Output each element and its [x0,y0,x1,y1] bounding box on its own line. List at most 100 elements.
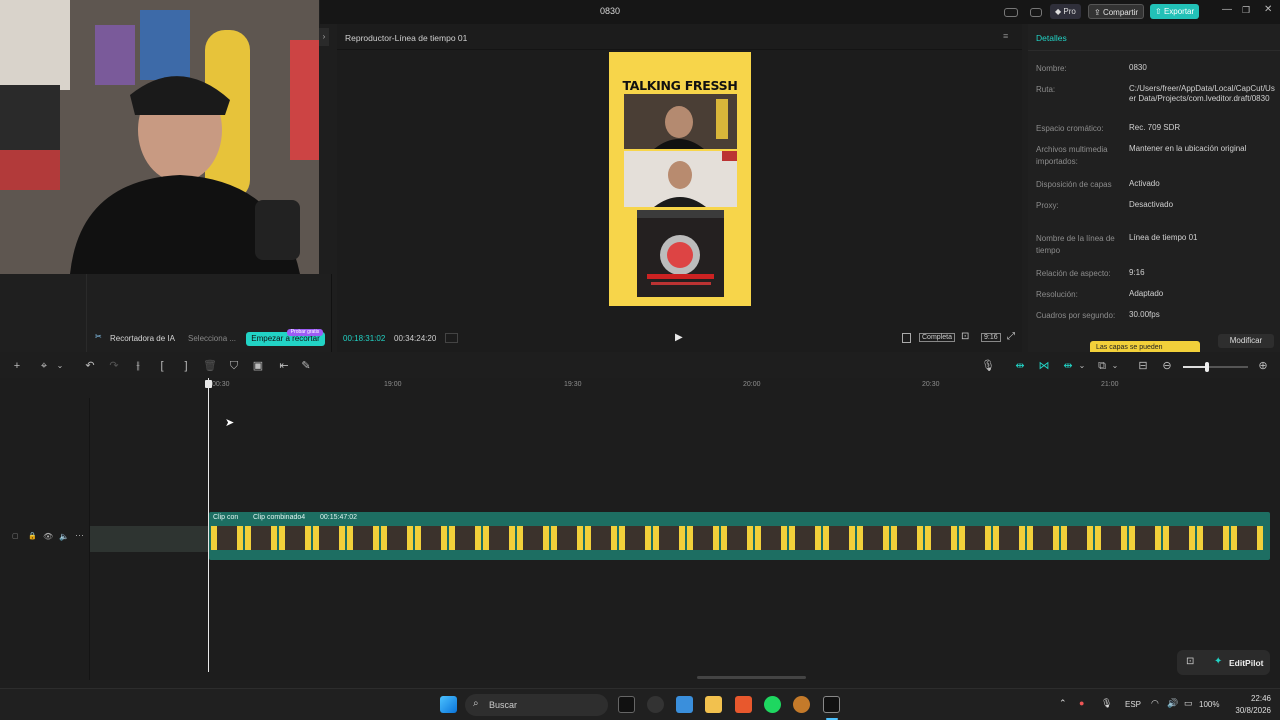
reverse-icon[interactable]: ⇤ [277,359,291,373]
detail-label: Nombre de la línea de tiempo [1036,234,1115,255]
ruler-tick: 20:30 [922,381,940,388]
pro-button[interactable]: ◆ Pro [1050,4,1081,19]
lock-icon[interactable]: 🔒 [28,532,37,540]
clip-thumbnail [1027,526,1059,550]
zoom-out-icon[interactable]: ⊖ [1160,359,1174,373]
fullscreen-icon[interactable]: ⤢ [1007,331,1015,342]
details-divider [1028,50,1280,51]
trim-left-icon[interactable]: [ [155,359,169,373]
zoom-slider[interactable] [1183,362,1248,372]
collapse-panel-button[interactable]: › [319,28,329,46]
magic-icon[interactable]: ✎ [299,359,313,373]
eye-icon[interactable]: 👁 [43,532,53,541]
clip-track[interactable]: Clip con Clip combinado4 00:15:47:02 [209,512,1270,560]
tray-app-icon[interactable]: ● [1079,698,1084,708]
detail-value: Desactivado [1129,200,1174,209]
snap-icon[interactable]: ⇹ [1061,359,1075,373]
export-button[interactable]: ⇧ Exportar [1150,4,1200,19]
windows-start-icon[interactable] [440,696,457,713]
clip-thumbnail [415,526,447,550]
zoom-slider-handle[interactable] [1205,362,1209,372]
close-icon[interactable]: ✕ [1264,4,1272,15]
free-trial-badge: Probar gratis [287,329,323,336]
clock-time[interactable]: 22:46 [1243,694,1271,703]
play-icon[interactable]: ▶ [675,332,683,343]
more-icon[interactable]: ⋯ [75,530,84,541]
chevron-down-icon[interactable]: ⌄ [1108,359,1122,373]
clip-thumbnail [347,526,379,550]
details-panel: Detalles Nombre: 0830 Ruta: C:/Users/fre… [1028,24,1280,352]
microphone-icon[interactable]: 🎙 [981,359,995,373]
brave-browser-icon[interactable] [735,696,752,713]
focus-icon[interactable]: ⊡ [961,331,969,342]
aspect-ratio-button[interactable]: 9:16 [981,333,1001,342]
playhead-handle[interactable] [205,380,212,388]
mic-tray-icon[interactable]: 🎙 [1101,698,1112,709]
link-icon[interactable]: ⇹ [1013,359,1027,373]
share-button[interactable]: ⇪ Compartir [1088,4,1145,19]
add-icon[interactable]: + [10,359,24,373]
detail-value: Activado [1129,179,1160,188]
delete-icon[interactable]: 🗑 [203,359,217,373]
playhead[interactable] [208,378,209,672]
clock-date[interactable]: 30/8/2026 [1226,706,1271,715]
chevron-down-icon[interactable]: ⌄ [53,359,67,373]
modify-button[interactable]: Modificar [1218,334,1274,348]
editpilot-button[interactable]: ⊡ ✦ EditPilot [1177,650,1270,675]
clip-thumbnail [1197,526,1229,550]
clip-thumbnail [211,526,243,550]
subtitle-icon[interactable]: ⊟ [1136,359,1150,373]
freeze-icon[interactable]: ▣ [251,359,265,373]
minimize-icon[interactable]: — [1222,4,1232,15]
clip-thumbnail [279,526,311,550]
timecode-icon[interactable] [445,333,458,343]
trim-right-icon[interactable]: ] [179,359,193,373]
track-cover-icon[interactable]: ▢ [12,532,19,540]
detail-value: Mantener en la ubicación original [1129,144,1247,153]
clip-thumbnail [245,526,277,550]
language-indicator[interactable]: ESP [1125,700,1141,709]
chevron-up-icon[interactable]: ⌃ [1059,698,1067,709]
battery-icon[interactable]: ▭ [1184,698,1193,709]
clip-thumbnail [653,526,685,550]
select-tool-icon[interactable]: ⌖ [37,359,51,373]
preview-axis-icon[interactable]: ⧉ [1095,359,1109,373]
store-icon[interactable] [676,696,693,713]
player-menu-icon[interactable]: ≡ [1003,31,1008,41]
ruler-tick: 21:00 [1101,381,1119,388]
complete-button[interactable]: Completa [919,333,955,342]
detail-value: 0830 [1129,63,1147,72]
crop-icon[interactable] [902,333,911,343]
layout-icon[interactable] [1004,8,1018,17]
select-label[interactable]: Selecciona ... [188,334,236,343]
clip-thumbnail [1231,526,1263,550]
capcut-active-icon[interactable] [823,696,840,713]
detail-label: Cuadros por segundo: [1036,311,1116,320]
taskbar-search[interactable]: ⌕ Buscar [465,694,608,716]
redo-icon[interactable]: ↷ [107,359,121,373]
wifi-icon[interactable]: ◠ [1151,698,1159,709]
undo-icon[interactable]: ↶ [83,359,97,373]
audio-icon[interactable]: 🔈 [59,532,69,541]
spotify-icon[interactable] [764,696,781,713]
shortcuts-icon[interactable] [1030,8,1042,17]
video-preview[interactable]: TALKING FRESSH [609,52,751,306]
shield-icon[interactable]: ⛉ [227,359,241,373]
zoom-in-icon[interactable]: ⊕ [1256,359,1270,373]
feedback-icon[interactable]: ⊡ [1186,656,1194,667]
clip-label-2: Clip combinado4 [253,514,306,521]
clip-thumbnail [959,526,991,550]
detail-value: Línea de tiempo 01 [1129,233,1198,242]
clip-thumbnail [891,526,923,550]
app-icon[interactable] [647,696,664,713]
chevron-down-icon[interactable]: ⌄ [1075,359,1089,373]
restore-icon[interactable]: ❐ [1242,5,1250,16]
file-explorer-icon[interactable] [705,696,722,713]
horizontal-scrollbar[interactable] [697,676,806,679]
clip-thumbnail [687,526,719,550]
magnet-icon[interactable]: ⋈ [1037,359,1051,373]
volume-icon[interactable]: 🔊 [1167,698,1178,709]
capcut-app-icon[interactable] [618,696,635,713]
split-icon[interactable]: ⫲ [131,359,145,373]
app-icon-2[interactable] [793,696,810,713]
